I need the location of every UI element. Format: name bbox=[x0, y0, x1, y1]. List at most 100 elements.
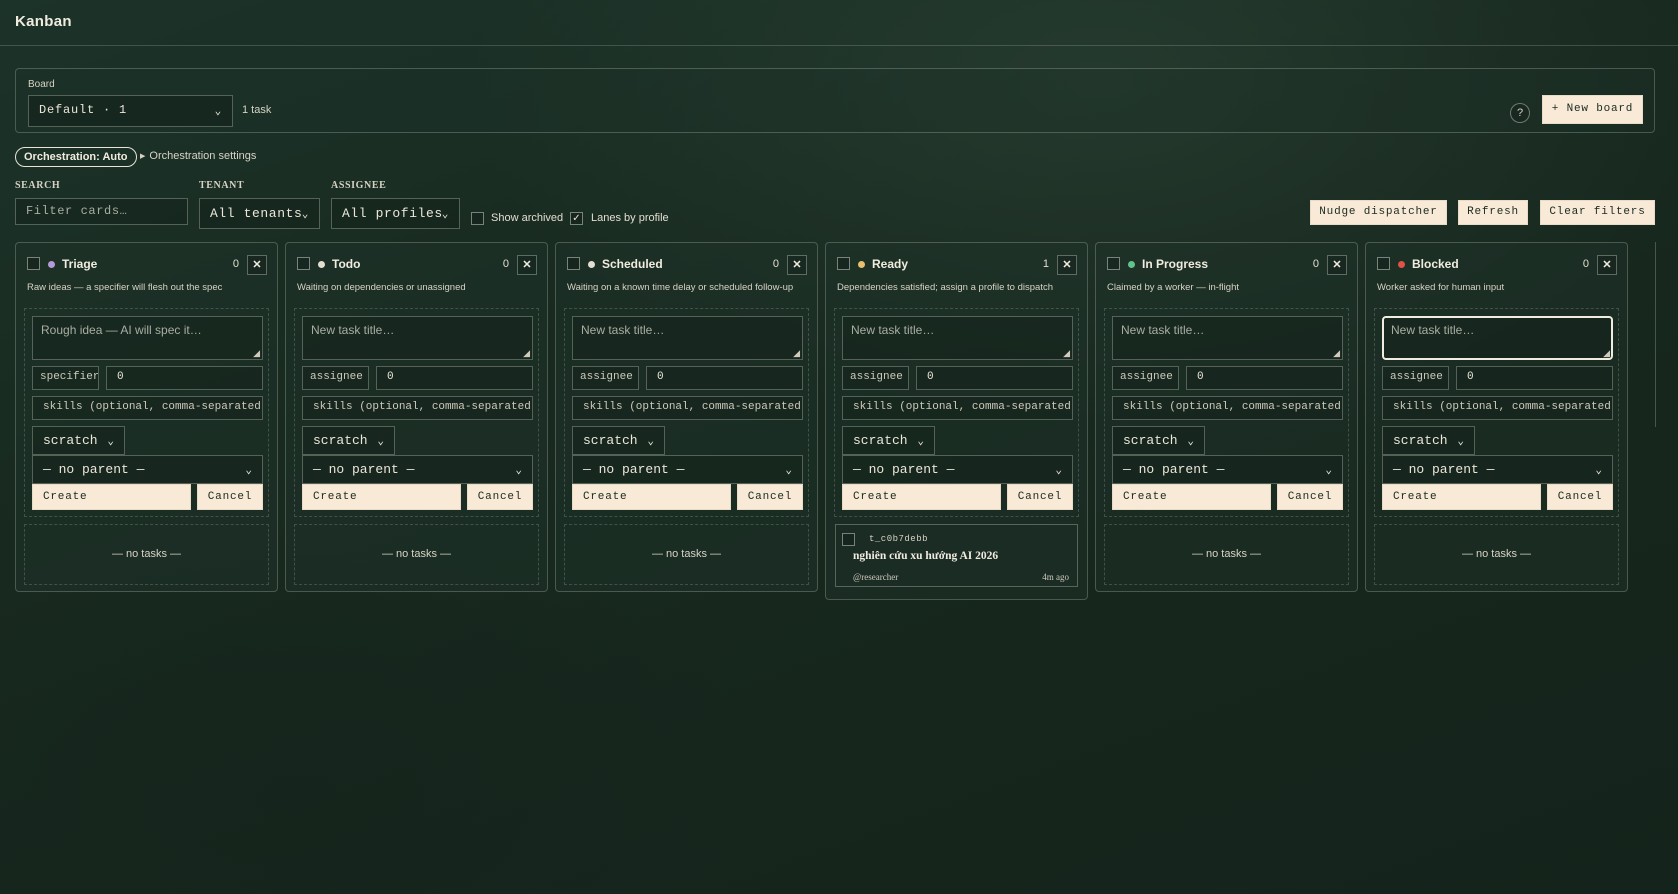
lanes-by-profile-checkbox[interactable]: ✓ bbox=[570, 212, 583, 225]
task-title-textarea[interactable]: New task title… ◢ bbox=[1112, 316, 1343, 360]
column-title: Blocked bbox=[1412, 257, 1459, 271]
column-select-checkbox[interactable] bbox=[297, 257, 310, 270]
skills-input[interactable]: skills (optional, comma-separated) bbox=[842, 396, 1073, 420]
create-button[interactable]: Create bbox=[302, 484, 461, 510]
close-icon[interactable]: ✕ bbox=[247, 255, 267, 275]
cancel-button[interactable]: Cancel bbox=[1007, 484, 1073, 510]
search-input[interactable]: Filter cards… bbox=[15, 198, 188, 225]
priority-input[interactable]: 0 bbox=[1456, 366, 1613, 390]
parent-select[interactable]: — no parent — ⌄ bbox=[32, 455, 263, 484]
close-icon[interactable]: ✕ bbox=[517, 255, 537, 275]
create-button[interactable]: Create bbox=[842, 484, 1001, 510]
new-task-form: New task title… ◢ assignee 0 skills (opt… bbox=[834, 308, 1079, 517]
priority-input[interactable]: 0 bbox=[916, 366, 1073, 390]
role-input[interactable]: assignee bbox=[1112, 366, 1179, 390]
parent-select-value: — no parent — bbox=[853, 462, 955, 477]
parent-select[interactable]: — no parent — ⌄ bbox=[302, 455, 533, 484]
column-select-checkbox[interactable] bbox=[27, 257, 40, 270]
resize-handle-icon[interactable]: ◢ bbox=[793, 348, 800, 359]
assignee-select[interactable]: All profiles ⌄ bbox=[331, 198, 460, 229]
task-title-placeholder: New task title… bbox=[1121, 323, 1205, 337]
priority-input[interactable]: 0 bbox=[106, 366, 263, 390]
parent-select-value: — no parent — bbox=[1123, 462, 1225, 477]
column-select-checkbox[interactable] bbox=[837, 257, 850, 270]
orchestration-settings-label: Orchestration settings bbox=[149, 150, 257, 162]
show-archived-checkbox[interactable] bbox=[471, 212, 484, 225]
cancel-button[interactable]: Cancel bbox=[1277, 484, 1343, 510]
cancel-button[interactable]: Cancel bbox=[737, 484, 803, 510]
status-dot-icon bbox=[318, 261, 325, 268]
priority-input[interactable]: 0 bbox=[1186, 366, 1343, 390]
role-input[interactable]: assignee bbox=[1382, 366, 1449, 390]
role-input[interactable]: assignee bbox=[842, 366, 909, 390]
task-title-textarea[interactable]: New task title… ◢ bbox=[302, 316, 533, 360]
kanban-column-scheduled: Scheduled 0 ✕ Waiting on a known time de… bbox=[555, 242, 818, 592]
task-title-textarea[interactable]: New task title… ◢ bbox=[572, 316, 803, 360]
workspace-select[interactable]: scratch ⌄ bbox=[572, 426, 665, 455]
create-button[interactable]: Create bbox=[32, 484, 191, 510]
close-icon[interactable]: ✕ bbox=[1597, 255, 1617, 275]
lanes-by-profile-label: Lanes by profile bbox=[591, 212, 669, 224]
skills-input[interactable]: skills (optional, comma-separated) bbox=[1382, 396, 1613, 420]
help-icon[interactable]: ? bbox=[1510, 103, 1530, 123]
role-input[interactable]: assignee bbox=[302, 366, 369, 390]
board-select[interactable]: Default · 1 ⌄ bbox=[28, 95, 233, 127]
skills-input[interactable]: skills (optional, comma-separated) bbox=[32, 396, 263, 420]
new-board-button[interactable]: + New board bbox=[1542, 95, 1643, 124]
resize-handle-icon[interactable]: ◢ bbox=[253, 348, 260, 359]
workspace-select-value: scratch bbox=[43, 433, 98, 448]
cancel-button[interactable]: Cancel bbox=[1547, 484, 1613, 510]
resize-handle-icon[interactable]: ◢ bbox=[523, 348, 530, 359]
close-icon[interactable]: ✕ bbox=[1327, 255, 1347, 275]
status-dot-icon bbox=[588, 261, 595, 268]
create-button[interactable]: Create bbox=[1382, 484, 1541, 510]
column-select-checkbox[interactable] bbox=[1377, 257, 1390, 270]
parent-select[interactable]: — no parent — ⌄ bbox=[1112, 455, 1343, 484]
refresh-button[interactable]: Refresh bbox=[1458, 200, 1528, 225]
parent-select[interactable]: — no parent — ⌄ bbox=[572, 455, 803, 484]
create-button[interactable]: Create bbox=[1112, 484, 1271, 510]
workspace-select[interactable]: scratch ⌄ bbox=[1382, 426, 1475, 455]
resize-handle-icon[interactable]: ◢ bbox=[1603, 348, 1610, 359]
orchestration-settings-toggle[interactable]: ▶ Orchestration settings bbox=[140, 150, 256, 162]
create-button[interactable]: Create bbox=[572, 484, 731, 510]
task-title-textarea[interactable]: New task title… ◢ bbox=[1382, 316, 1613, 360]
close-icon[interactable]: ✕ bbox=[787, 255, 807, 275]
cancel-button[interactable]: Cancel bbox=[467, 484, 533, 510]
priority-input[interactable]: 0 bbox=[646, 366, 803, 390]
task-card[interactable]: t_c0b7debb nghiên cứu xu hướng AI 2026 @… bbox=[835, 524, 1078, 587]
task-assignee: @researcher bbox=[853, 572, 899, 582]
workspace-select[interactable]: scratch ⌄ bbox=[32, 426, 125, 455]
skills-input[interactable]: skills (optional, comma-separated) bbox=[302, 396, 533, 420]
parent-select[interactable]: — no parent — ⌄ bbox=[842, 455, 1073, 484]
chevron-down-icon: ⌄ bbox=[1055, 465, 1062, 477]
task-timestamp: 4m ago bbox=[1042, 572, 1069, 582]
clear-filters-button[interactable]: Clear filters bbox=[1540, 200, 1655, 225]
card-select-checkbox[interactable] bbox=[842, 533, 855, 546]
empty-state: — no tasks — bbox=[24, 524, 269, 585]
priority-input[interactable]: 0 bbox=[376, 366, 533, 390]
parent-select[interactable]: — no parent — ⌄ bbox=[1382, 455, 1613, 484]
task-title-textarea[interactable]: New task title… ◢ bbox=[842, 316, 1073, 360]
close-icon[interactable]: ✕ bbox=[1057, 255, 1077, 275]
task-count: 1 task bbox=[242, 104, 272, 116]
resize-handle-icon[interactable]: ◢ bbox=[1063, 348, 1070, 359]
app-title: Kanban bbox=[15, 13, 72, 30]
role-input[interactable]: specifier bbox=[32, 366, 99, 390]
workspace-select[interactable]: scratch ⌄ bbox=[1112, 426, 1205, 455]
column-select-checkbox[interactable] bbox=[567, 257, 580, 270]
orchestration-mode-pill[interactable]: Orchestration: Auto bbox=[15, 147, 137, 167]
cancel-button[interactable]: Cancel bbox=[197, 484, 263, 510]
workspace-select[interactable]: scratch ⌄ bbox=[842, 426, 935, 455]
tenant-select[interactable]: All tenants ⌄ bbox=[199, 198, 320, 229]
parent-select-value: — no parent — bbox=[43, 462, 145, 477]
task-title-textarea[interactable]: Rough idea — AI will spec it… ◢ bbox=[32, 316, 263, 360]
column-count: 0 bbox=[1312, 258, 1319, 270]
nudge-dispatcher-button[interactable]: Nudge dispatcher bbox=[1310, 200, 1447, 225]
column-select-checkbox[interactable] bbox=[1107, 257, 1120, 270]
skills-input[interactable]: skills (optional, comma-separated) bbox=[572, 396, 803, 420]
skills-input[interactable]: skills (optional, comma-separated) bbox=[1112, 396, 1343, 420]
role-input[interactable]: assignee bbox=[572, 366, 639, 390]
resize-handle-icon[interactable]: ◢ bbox=[1333, 348, 1340, 359]
workspace-select[interactable]: scratch ⌄ bbox=[302, 426, 395, 455]
